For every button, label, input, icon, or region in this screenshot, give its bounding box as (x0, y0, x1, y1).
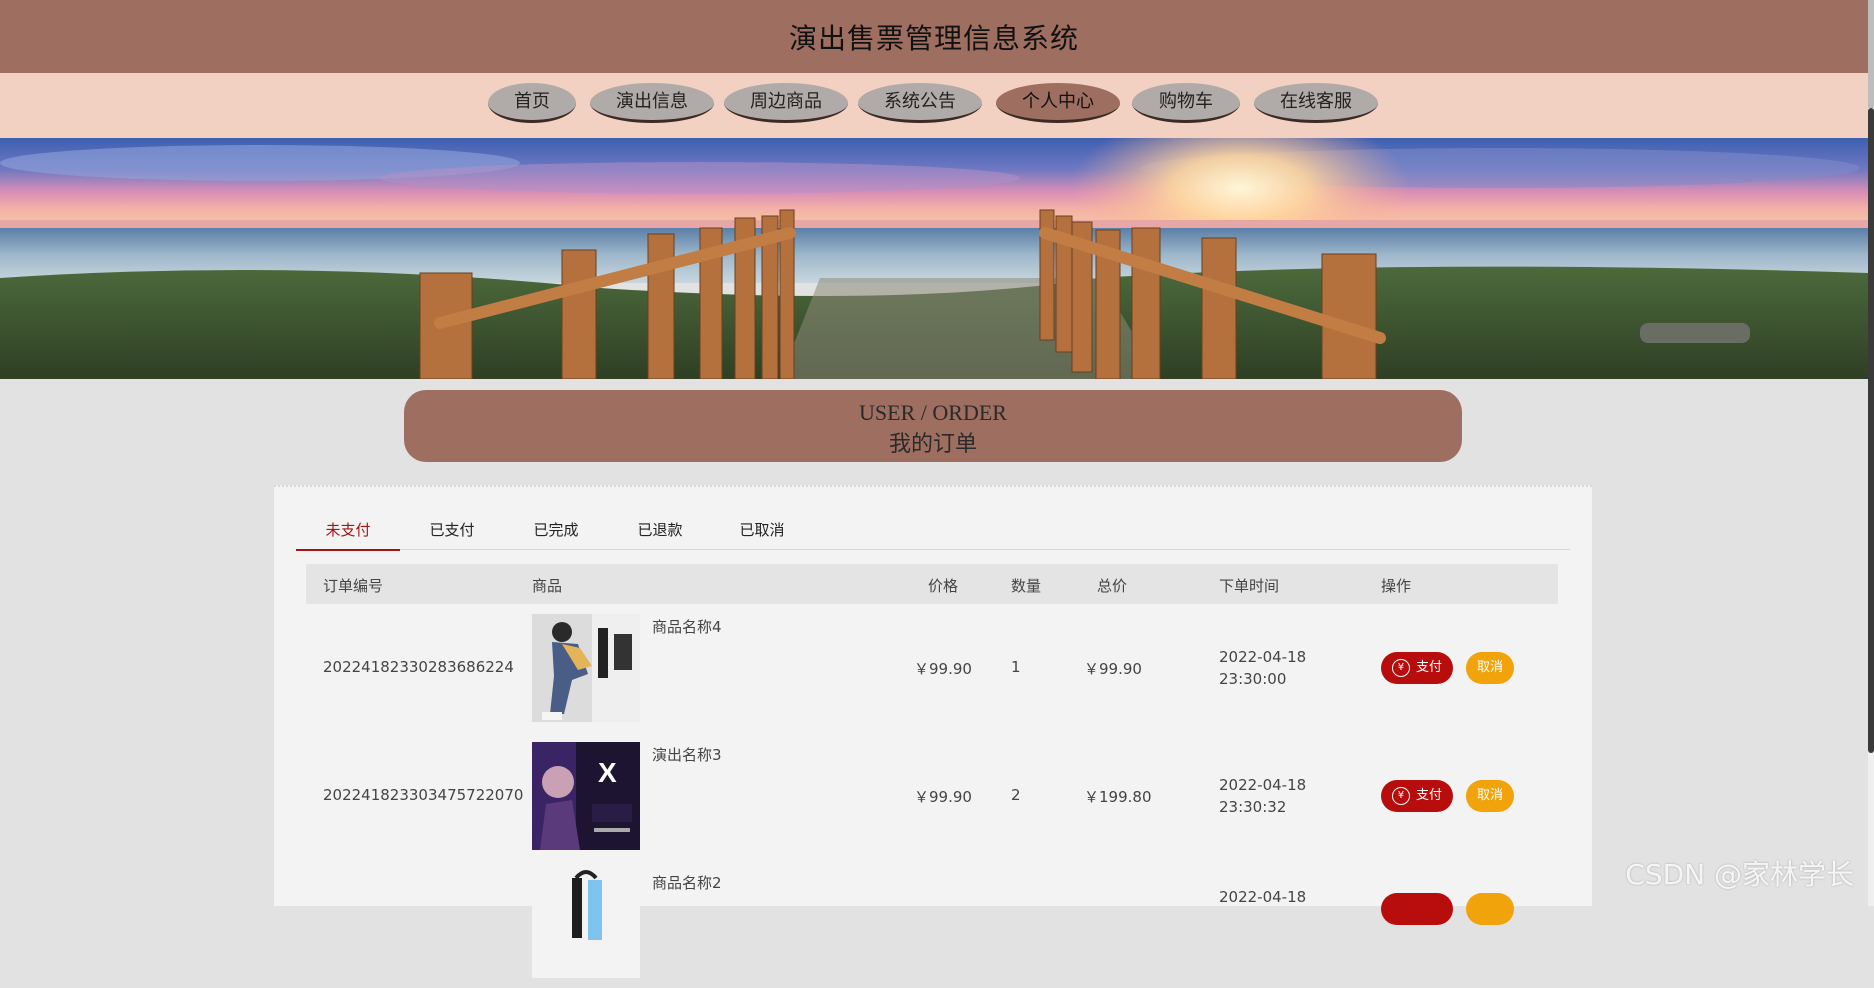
cancel-button[interactable] (1466, 893, 1514, 925)
svg-text:X: X (598, 757, 617, 788)
site-header: 演出售票管理信息系统 (0, 0, 1868, 73)
nav-item-merchandise[interactable]: 周边商品 (724, 83, 848, 123)
nav-item-home[interactable]: 首页 (488, 83, 576, 123)
section-title: USER / ORDER 我的订单 (404, 390, 1462, 462)
product-name[interactable]: 商品名称2 (652, 872, 722, 893)
tab-cancelled[interactable]: 已取消 (710, 519, 814, 549)
column-header-quantity: 数量 (1011, 577, 1042, 595)
product-thumbnail[interactable] (532, 870, 640, 978)
order-number: 20224182330283686224 (323, 658, 514, 676)
watermark: CSDN @家林学长 (1625, 858, 1854, 891)
nav-item-user-center[interactable]: 个人中心 (996, 83, 1120, 123)
pay-button-label: 支付 (1415, 788, 1442, 803)
order-date: 2022-04-18 (1219, 648, 1307, 666)
column-header-actions: 操作 (1381, 577, 1412, 595)
product-name[interactable]: 演出名称3 (652, 744, 722, 765)
main-nav: 首页 演出信息 周边商品 系统公告 个人中心 购物车 在线客服 (0, 73, 1868, 138)
pay-button[interactable]: ¥ 支付 (1381, 780, 1453, 812)
page: 演出售票管理信息系统 首页 演出信息 周边商品 系统公告 个人中心 购物车 在线… (0, 0, 1868, 978)
orders-panel: 未支付 已支付 已完成 已退款 已取消 订单编号 商品 价格 数量 总价 下单时… (274, 485, 1592, 978)
table-row: 商品名称2 2022-04-18 (306, 860, 1558, 988)
scrollbar-track-upper (1868, 0, 1874, 108)
pay-button[interactable]: ¥ 支付 (1381, 652, 1453, 684)
total-price: ￥99.90 (1084, 660, 1142, 678)
table-row: 20224182330347572207​0 X 演出名称3 ￥99.90 2 … (306, 732, 1558, 860)
order-time: 23:30:00 (1219, 670, 1287, 688)
tab-unpaid[interactable]: 未支付 (296, 519, 400, 551)
quantity: 2 (1011, 786, 1021, 804)
cancel-button[interactable]: 取消 (1466, 780, 1514, 812)
yen-icon: ¥ (1391, 786, 1410, 805)
column-header-product: 商品 (532, 577, 563, 595)
table-row: 20224182330283686224 商品名称4 ￥99.90 1 ￥99.… (306, 604, 1558, 732)
total-price: ￥199.80 (1084, 788, 1152, 806)
nav-item-cart[interactable]: 购物车 (1132, 83, 1240, 123)
column-header-order-no: 订单编号 (323, 577, 384, 595)
product-thumbnail[interactable]: X (532, 742, 640, 850)
nav-item-customer-service[interactable]: 在线客服 (1254, 83, 1378, 123)
unit-price: ￥99.90 (914, 660, 972, 678)
section-title-en: USER / ORDER (859, 400, 1007, 425)
product-name[interactable]: 商品名称4 (652, 616, 722, 637)
pay-button-label: 支付 (1415, 660, 1442, 675)
banner-image (0, 138, 1868, 379)
tab-paid[interactable]: 已支付 (400, 519, 504, 549)
yen-icon: ¥ (1391, 658, 1410, 677)
orders-table-header: 订单编号 商品 价格 数量 总价 下单时间 操作 (306, 564, 1558, 604)
site-title: 演出售票管理信息系统 (788, 22, 1079, 55)
tab-refunded[interactable]: 已退款 (608, 519, 712, 549)
nav-item-performances[interactable]: 演出信息 (590, 83, 714, 123)
nav-item-announcements[interactable]: 系统公告 (858, 83, 982, 123)
banner-carousel[interactable] (0, 138, 1868, 379)
order-date: 2022-04-18 (1219, 888, 1307, 906)
column-header-order-time: 下单时间 (1219, 577, 1280, 595)
order-time: 23:30:32 (1219, 798, 1287, 816)
order-number: 20224182330347572207​0 (323, 786, 524, 804)
scrollbar-thumb[interactable] (1868, 108, 1874, 753)
unit-price: ￥99.90 (914, 788, 972, 806)
section-title-cn: 我的订单 (888, 431, 977, 456)
order-date: 2022-04-18 (1219, 776, 1307, 794)
product-thumbnail[interactable] (532, 614, 640, 722)
column-header-total: 总价 (1097, 577, 1128, 595)
tab-completed[interactable]: 已完成 (504, 519, 608, 549)
order-status-tabs: 未支付 已支付 已完成 已退款 已取消 (296, 509, 1570, 551)
column-header-price: 价格 (928, 577, 959, 595)
pay-button[interactable] (1381, 893, 1453, 925)
quantity: 1 (1011, 658, 1021, 676)
cancel-button[interactable]: 取消 (1466, 652, 1514, 684)
